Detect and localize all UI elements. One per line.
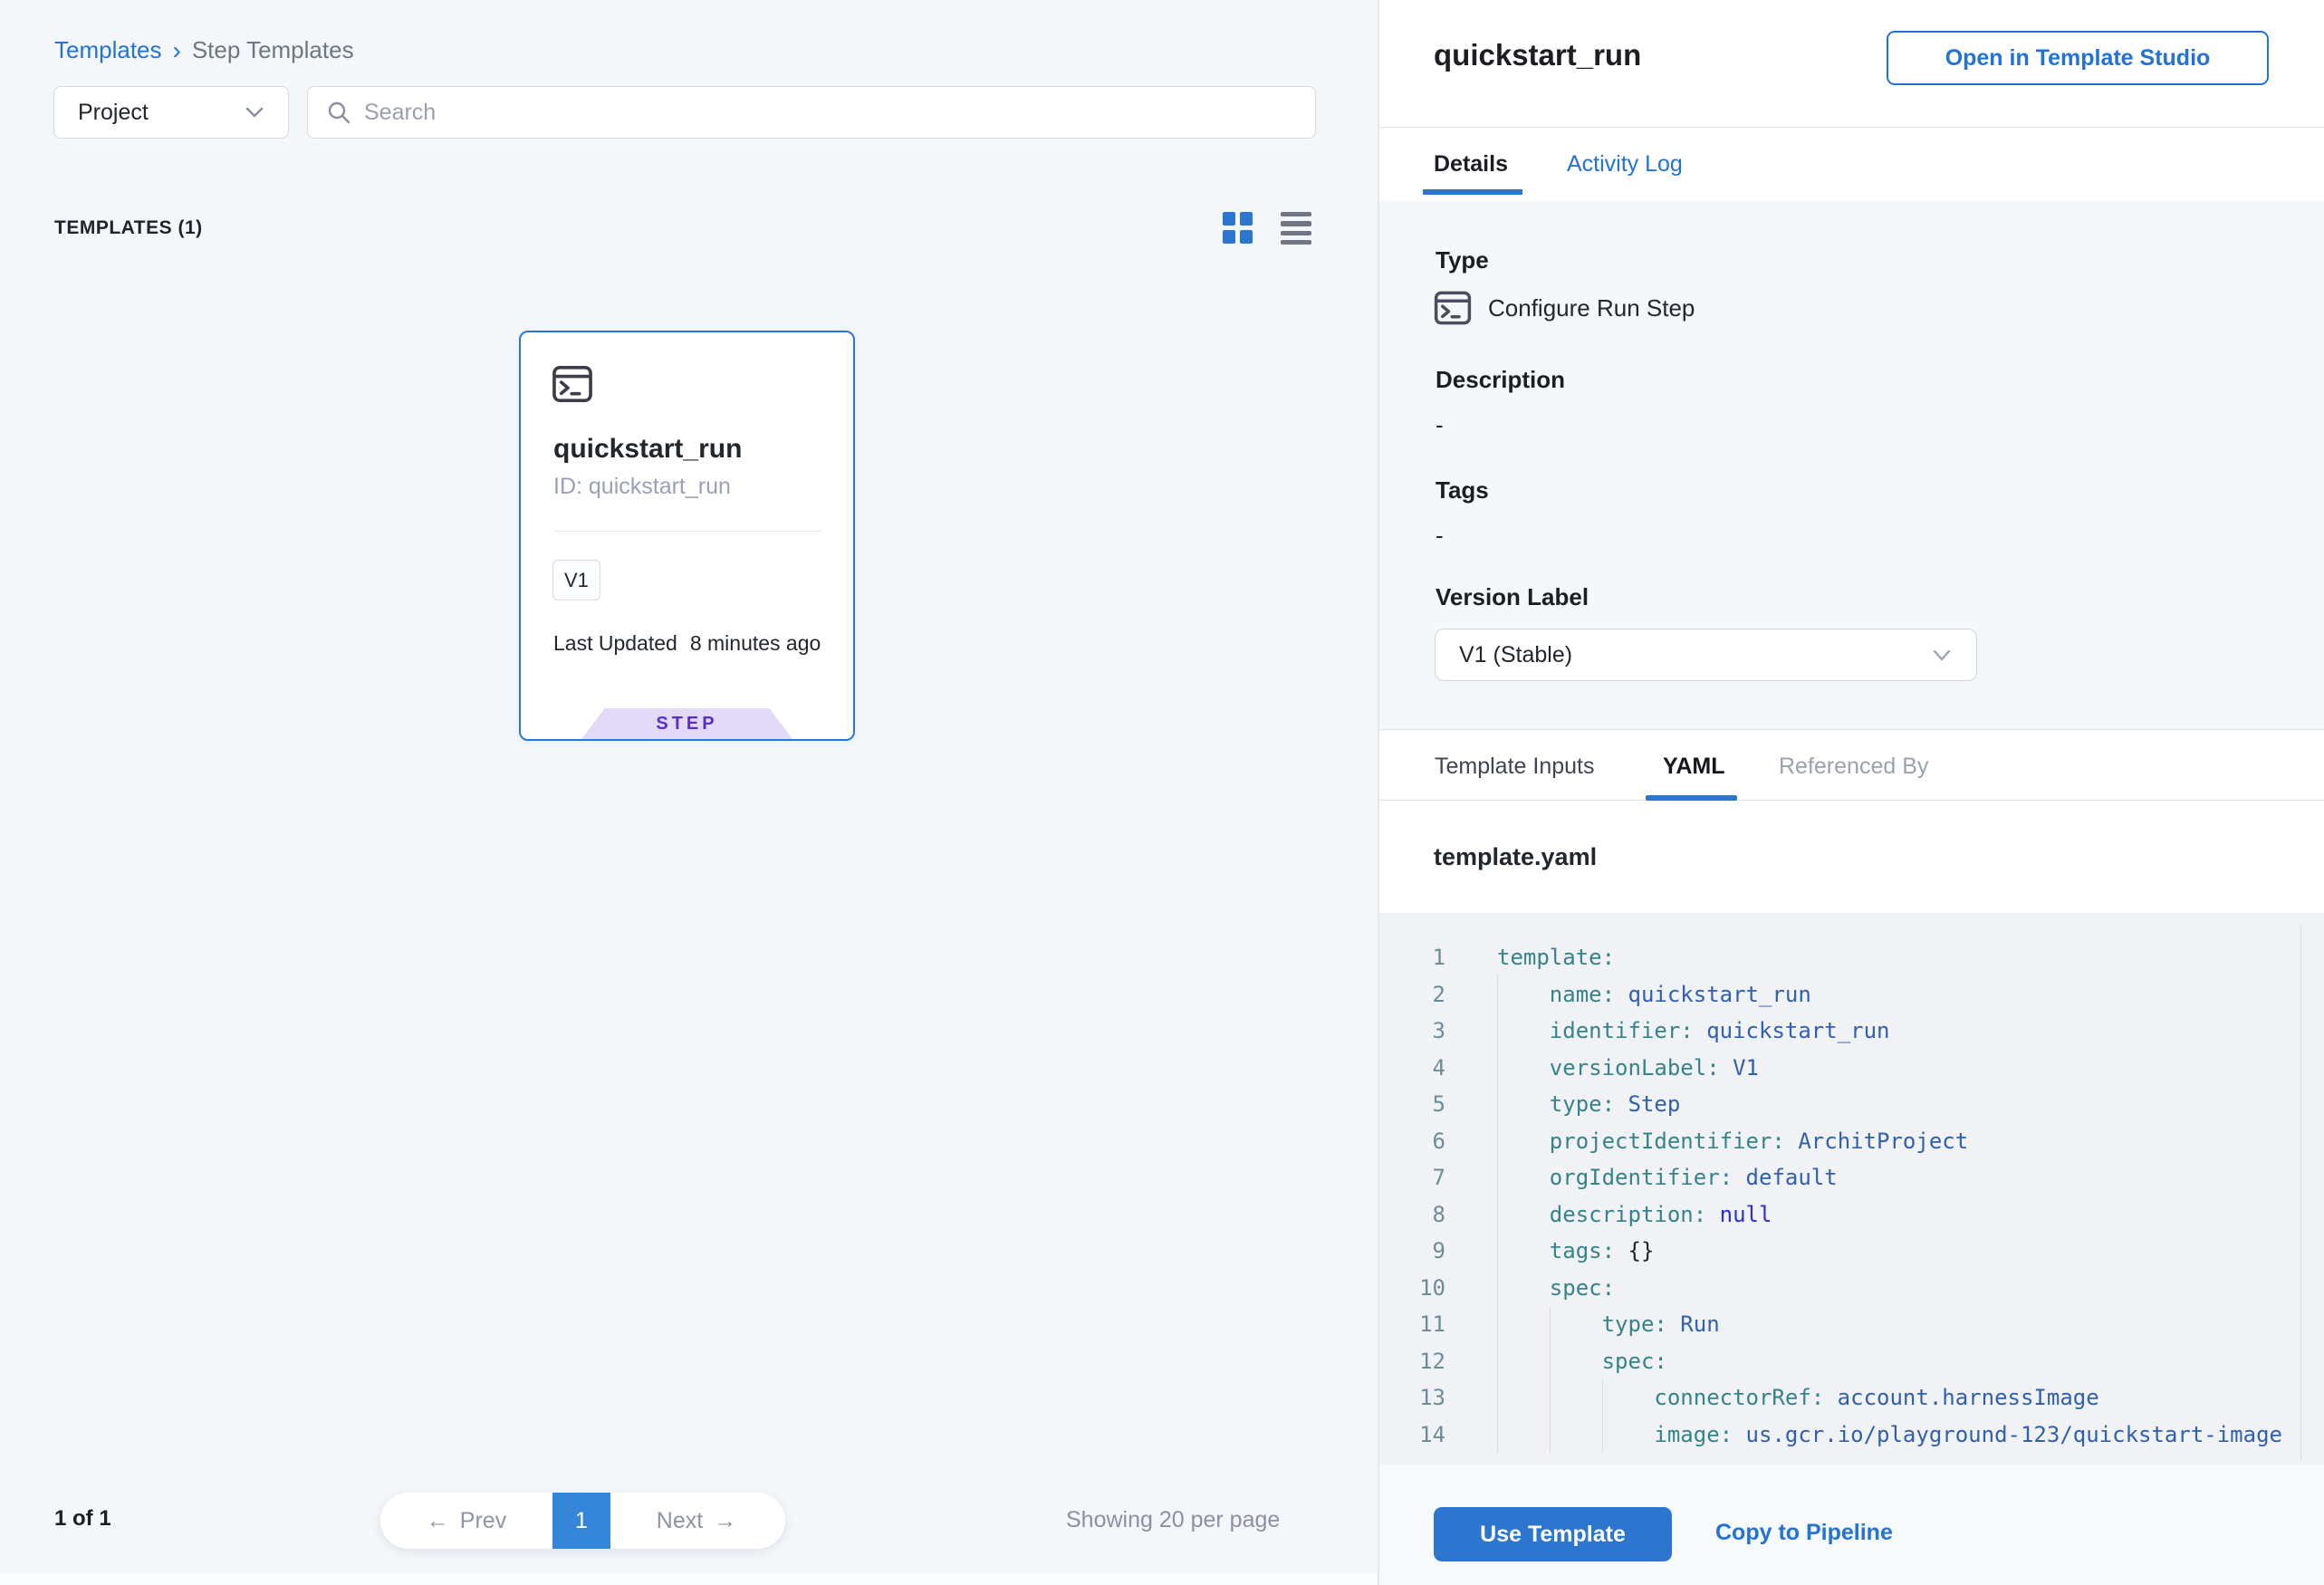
last-updated: Last Updated 8 minutes ago	[553, 631, 821, 656]
type-value-row: Configure Run Step	[1434, 290, 1695, 326]
details-section: Type Configure Run Step Description - Ta…	[1379, 200, 2324, 730]
breadcrumb-separator-icon: ›	[173, 38, 181, 63]
tab-details[interactable]: Details	[1434, 151, 1508, 178]
chevron-down-icon	[1931, 648, 1953, 662]
yaml-file-header: template.yaml	[1379, 802, 2324, 913]
templates-page: Templates › Step Templates Project TEMPL…	[0, 0, 2324, 1585]
description-label: Description	[1436, 366, 1565, 394]
version-label: Version Label	[1436, 583, 1589, 611]
tab-referenced-by[interactable]: Referenced By	[1779, 754, 1928, 780]
active-tab-underline	[1423, 189, 1522, 195]
tags-label: Tags	[1436, 476, 1489, 504]
use-template-button[interactable]: Use Template	[1434, 1507, 1672, 1561]
card-divider	[553, 531, 821, 532]
tab-activity-log[interactable]: Activity Log	[1567, 151, 1683, 178]
breadcrumb-templates-link[interactable]: Templates	[54, 36, 162, 64]
run-step-icon	[1434, 290, 1472, 326]
run-step-icon	[552, 365, 593, 403]
open-in-template-studio-button[interactable]: Open in Template Studio	[1887, 31, 2269, 85]
type-value: Configure Run Step	[1488, 294, 1695, 322]
prev-page-button[interactable]: ← Prev	[380, 1493, 552, 1549]
template-card[interactable]: quickstart_run ID: quickstart_run V1 Las…	[519, 331, 855, 741]
yaml-tab-bar: Template Inputs YAML Referenced By	[1379, 730, 2324, 801]
scope-selector-value: Project	[78, 100, 149, 126]
scope-selector[interactable]: Project	[53, 86, 289, 139]
version-dropdown-value: V1 (Stable)	[1459, 642, 1572, 668]
version-dropdown[interactable]: V1 (Stable)	[1435, 629, 1977, 681]
breadcrumb: Templates › Step Templates	[54, 36, 354, 64]
pagination: ← Prev 1 Next →	[380, 1493, 785, 1549]
tags-value: -	[1436, 522, 1444, 550]
yaml-code-lines: template: name: quickstart_run identifie…	[1497, 939, 2282, 1453]
grid-view-icon[interactable]	[1223, 212, 1255, 245]
bottom-strip	[0, 1573, 1378, 1585]
tab-template-inputs[interactable]: Template Inputs	[1435, 754, 1595, 780]
template-card-id: ID: quickstart_run	[553, 474, 731, 500]
version-badge: V1	[552, 560, 600, 600]
search-input[interactable]	[364, 100, 1297, 126]
arrow-right-icon: →	[714, 1508, 736, 1534]
search-box[interactable]	[307, 86, 1316, 139]
panel-header: quickstart_run Open in Template Studio	[1379, 0, 2324, 128]
copy-to-pipeline-link[interactable]: Copy to Pipeline	[1715, 1520, 1893, 1546]
panel-title: quickstart_run	[1434, 38, 1641, 72]
page-1-button[interactable]: 1	[552, 1493, 610, 1549]
step-type-tag: STEP	[581, 708, 792, 739]
prev-label: Prev	[460, 1508, 506, 1534]
per-page-text: Showing 20 per page	[1066, 1507, 1280, 1533]
last-updated-label: Last Updated	[553, 631, 677, 656]
editor-minimap[interactable]	[2300, 926, 2324, 1460]
template-card-title: quickstart_run	[553, 434, 742, 465]
details-tab-bar: Details Activity Log	[1379, 128, 2324, 200]
next-page-button[interactable]: Next →	[610, 1493, 783, 1549]
page-summary: 1 of 1	[54, 1506, 111, 1532]
last-updated-value: 8 minutes ago	[690, 631, 821, 656]
type-label: Type	[1436, 246, 1489, 274]
arrow-left-icon: ←	[427, 1508, 449, 1534]
panel-footer: Use Template Copy to Pipeline	[1379, 1465, 2324, 1585]
breadcrumb-current: Step Templates	[192, 36, 354, 64]
chevron-down-icon	[245, 106, 264, 119]
next-label: Next	[657, 1508, 703, 1534]
search-icon	[326, 100, 351, 125]
active-subtab-underline	[1646, 795, 1737, 801]
template-details-panel: quickstart_run Open in Template Studio D…	[1379, 0, 2324, 1585]
yaml-editor[interactable]: 1234567891011121314 template: name: quic…	[1379, 913, 2324, 1465]
yaml-gutter: 1234567891011121314	[1379, 939, 1445, 1453]
list-view-icon[interactable]	[1281, 212, 1313, 245]
tab-yaml[interactable]: YAML	[1663, 754, 1725, 780]
templates-count-heading: TEMPLATES (1)	[54, 217, 203, 239]
yaml-file-name: template.yaml	[1434, 843, 1597, 871]
description-value: -	[1436, 411, 1444, 439]
